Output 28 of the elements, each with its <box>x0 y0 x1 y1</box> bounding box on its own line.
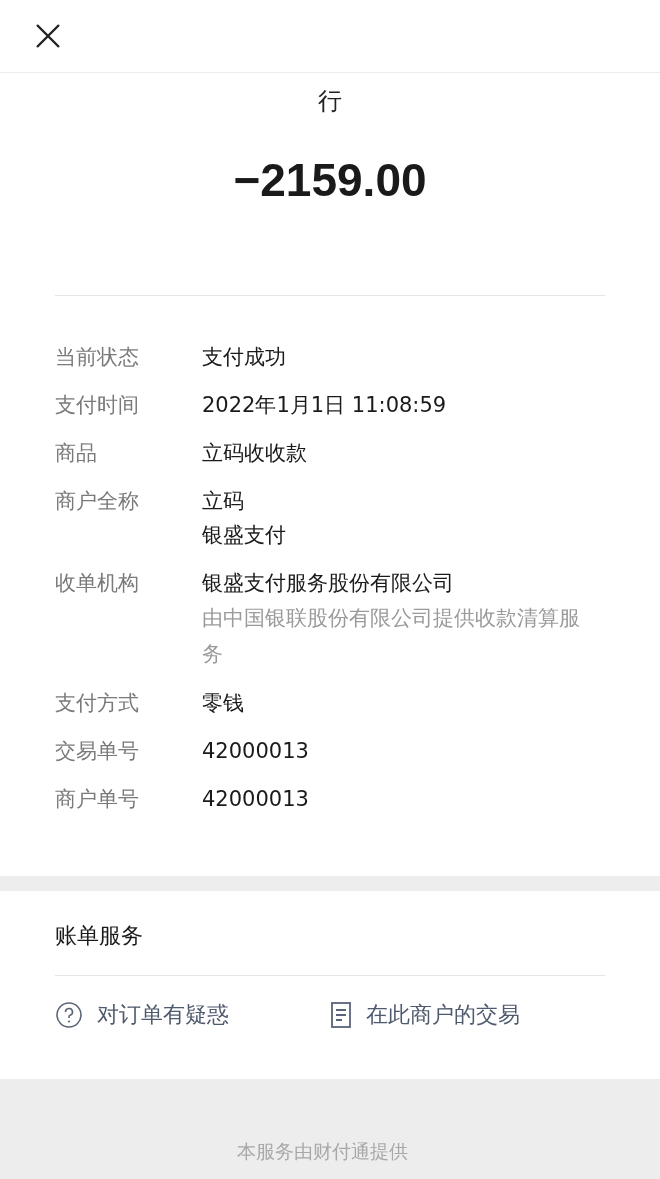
detail-label: 商品 <box>55 440 98 467</box>
close-icon <box>34 22 62 50</box>
detail-label: 收单机构 <box>55 570 140 597</box>
detail-note: 由中国银联股份有限公司提供收款清算服务 <box>202 605 581 668</box>
payee-name: 行 <box>318 86 342 117</box>
detail-value: 立码收收款 <box>202 440 307 467</box>
close-button[interactable] <box>34 22 62 50</box>
service-link[interactable]: 对订单有疑惑 <box>55 1000 330 1030</box>
detail-label: 当前状态 <box>55 344 140 371</box>
detail-value: 42000013 <box>202 786 309 813</box>
detail-value: 银盛支付服务股份有限公司 <box>202 570 455 597</box>
detail-label: 支付方式 <box>55 690 140 717</box>
detail-value: 支付成功 <box>202 344 286 371</box>
detail-value: 42000013 <box>202 738 309 765</box>
detail-label: 商户单号 <box>55 786 140 813</box>
service-link[interactable]: 在此商户的交易 <box>330 1000 605 1030</box>
detail-label: 商户全称 <box>55 488 140 515</box>
footer-text: 本服务由财付通提供 <box>237 1139 408 1164</box>
detail-label: 交易单号 <box>55 738 140 765</box>
detail-value: 银盛支付 <box>202 522 286 549</box>
detail-value: 零钱 <box>202 690 244 717</box>
detail-value: 立码 <box>202 488 245 515</box>
section-title: 账单服务 <box>55 922 144 950</box>
detail-value: 2022年1月1日 11:08:59 <box>202 392 447 419</box>
question-icon <box>55 1001 83 1029</box>
document-icon <box>330 1001 352 1029</box>
amount: −2159.00 <box>233 153 427 207</box>
detail-label: 支付时间 <box>55 392 140 419</box>
